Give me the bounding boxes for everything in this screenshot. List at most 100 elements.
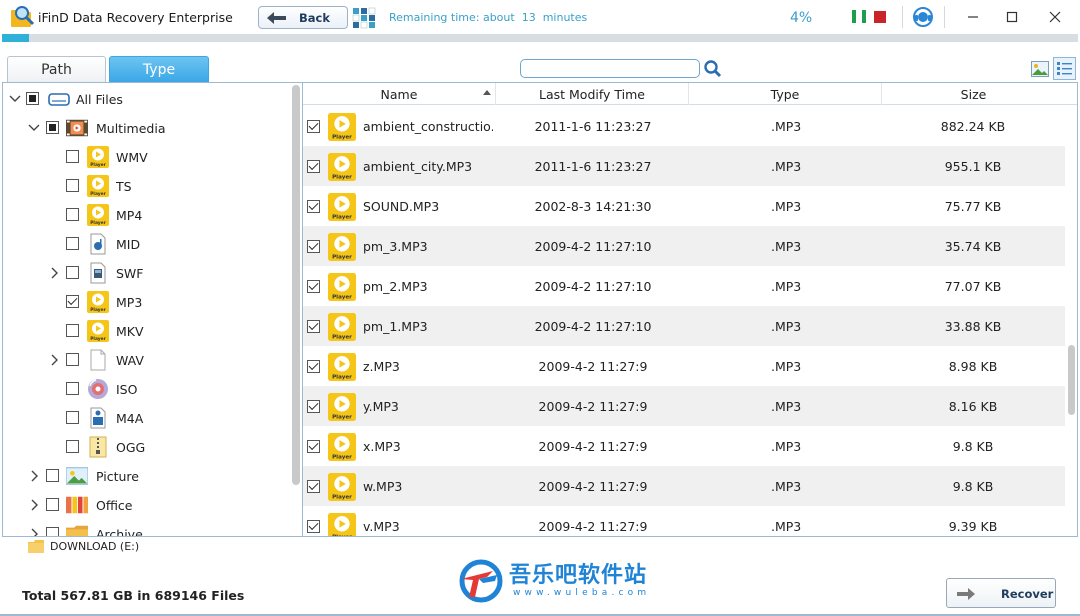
checkbox[interactable]: [66, 353, 79, 366]
back-button-label: Back: [299, 10, 330, 25]
checkbox[interactable]: [46, 121, 59, 134]
row-checkbox[interactable]: [307, 440, 320, 453]
row-checkbox[interactable]: [307, 360, 320, 373]
table-row[interactable]: Player w.MP3 2009-4-2 11:27:9 .MP3 9.8 KB: [303, 466, 1065, 506]
maximize-button[interactable]: [995, 6, 1029, 28]
column-size[interactable]: Size: [882, 83, 1065, 105]
table-row[interactable]: Player pm_2.MP3 2009-4-2 11:27:10 .MP3 77.07…: [303, 266, 1065, 306]
tree-item-mid[interactable]: MID: [3, 231, 288, 257]
checkbox[interactable]: [66, 324, 79, 337]
file-size: 882.24 KB: [940, 119, 1006, 134]
tab-path[interactable]: Path: [7, 56, 106, 82]
pause-button[interactable]: [852, 10, 866, 24]
search-input[interactable]: [520, 59, 700, 78]
tree-item-mp4[interactable]: Player MP4: [3, 202, 288, 228]
tree-item-m4a[interactable]: M4A: [3, 405, 288, 431]
file-name: pm_3.MP3: [363, 239, 428, 254]
chevron-right-icon[interactable]: [48, 266, 62, 280]
row-checkbox[interactable]: [307, 240, 320, 253]
tree-item-mkv[interactable]: Player MKV: [3, 318, 288, 344]
row-checkbox[interactable]: [307, 120, 320, 133]
column-name[interactable]: Name: [303, 83, 496, 105]
column-type[interactable]: Type: [689, 83, 882, 105]
table-row[interactable]: Player x.MP3 2009-4-2 11:27:9 .MP3 9.8 KB: [303, 426, 1065, 466]
disc-icon: [87, 378, 109, 400]
row-checkbox[interactable]: [307, 480, 320, 493]
tree-item-all-files[interactable]: All Files: [3, 86, 288, 112]
table-row[interactable]: Player v.MP3 2009-4-2 11:27:9 .MP3 9.39 KB: [303, 506, 1065, 536]
checkbox[interactable]: [66, 411, 79, 424]
column-modify-time[interactable]: Last Modify Time: [496, 83, 689, 105]
row-checkbox[interactable]: [307, 200, 320, 213]
back-button[interactable]: Back: [258, 6, 348, 29]
recover-button[interactable]: Recover: [946, 578, 1056, 608]
table-scrollbar[interactable]: [1065, 105, 1077, 536]
tree-item-multimedia[interactable]: Multimedia: [3, 115, 288, 141]
file-type: .MP3: [771, 399, 802, 414]
chevron-right-icon[interactable]: [48, 353, 62, 367]
total-summary: Total 567.81 GB in 689146 Files: [22, 588, 245, 603]
checkbox[interactable]: [66, 440, 79, 453]
chevron-right-icon[interactable]: [28, 469, 42, 483]
table-row[interactable]: Player pm_3.MP3 2009-4-2 11:27:10 .MP3 35.74…: [303, 226, 1065, 266]
table-row[interactable]: Player z.MP3 2009-4-2 11:27:9 .MP3 8.98 KB: [303, 346, 1065, 386]
row-checkbox[interactable]: [307, 280, 320, 293]
minimize-button[interactable]: [956, 6, 990, 28]
table-row[interactable]: Player ambient_constructio... 2011-1-6 11:…: [303, 106, 1065, 146]
checkbox[interactable]: [66, 266, 79, 279]
tree-item-label: M4A: [116, 411, 144, 426]
table-row[interactable]: Player ambient_city.MP3 2011-1-6 11:23:27.…: [303, 146, 1065, 186]
tree-item-ts[interactable]: Player TS: [3, 173, 288, 199]
checkbox[interactable]: [66, 150, 79, 163]
checkbox[interactable]: [66, 237, 79, 250]
tree-item-iso[interactable]: ISO: [3, 376, 288, 402]
close-button[interactable]: [1038, 6, 1072, 28]
list-view-button[interactable]: [1053, 57, 1076, 80]
row-checkbox[interactable]: [307, 520, 320, 533]
checkbox[interactable]: [66, 295, 79, 308]
row-checkbox[interactable]: [307, 400, 320, 413]
checkbox[interactable]: [66, 179, 79, 192]
file-name: z.MP3: [363, 359, 400, 374]
file-size: 9.39 KB: [948, 519, 998, 534]
tree-item-archive[interactable]: Archive: [3, 521, 288, 536]
chevron-right-icon[interactable]: [28, 498, 42, 512]
tree-item-label: Multimedia: [96, 121, 166, 136]
checkbox[interactable]: [66, 208, 79, 221]
tree-item-ogg[interactable]: OGG: [3, 434, 288, 460]
checkbox[interactable]: [46, 498, 59, 511]
tree-scrollbar-thumb[interactable]: [292, 85, 300, 485]
tree-item-mp3[interactable]: Player MP3: [3, 289, 288, 315]
picture-icon: [65, 465, 89, 487]
table-scrollbar-thumb[interactable]: [1068, 345, 1075, 415]
tree-item-swf[interactable]: SWF: [3, 260, 288, 286]
checkbox[interactable]: [26, 92, 39, 105]
checkbox[interactable]: [46, 527, 59, 536]
tab-type-label: Type: [142, 61, 176, 78]
tab-type[interactable]: Type: [109, 56, 209, 82]
row-checkbox[interactable]: [307, 320, 320, 333]
checkbox[interactable]: [66, 382, 79, 395]
search-icon[interactable]: [703, 59, 723, 79]
file-modify-time: 2009-4-2 11:27:9: [538, 479, 648, 494]
file-modify-time: 2009-4-2 11:27:10: [534, 239, 652, 254]
thumbnail-view-icon[interactable]: [1031, 61, 1049, 77]
table-row[interactable]: Player pm_1.MP3 2009-4-2 11:27:10 .MP3 33.88…: [303, 306, 1065, 346]
stop-button[interactable]: [874, 11, 886, 23]
tree-item-label: MP4: [116, 208, 143, 223]
support-icon[interactable]: [912, 6, 934, 28]
tree-item-office[interactable]: Office: [3, 492, 288, 518]
app-logo-icon: [11, 6, 35, 27]
tree-item-wav[interactable]: WAV: [3, 347, 288, 373]
row-checkbox[interactable]: [307, 160, 320, 173]
table-row[interactable]: Player y.MP3 2009-4-2 11:27:9 .MP3 8.16 KB: [303, 386, 1065, 426]
table-row[interactable]: Player SOUND.MP3 2002-8-3 14:21:30 .MP3 75.7…: [303, 186, 1065, 226]
chevron-down-icon[interactable]: [8, 92, 22, 106]
chevron-down-icon[interactable]: [27, 121, 41, 135]
checkbox[interactable]: [46, 469, 59, 482]
chevron-right-icon[interactable]: [28, 527, 42, 536]
tree-item-picture[interactable]: Picture: [3, 463, 288, 489]
column-size-label: Size: [960, 86, 987, 102]
watermark-logo-icon: [459, 559, 503, 603]
tree-item-wmv[interactable]: Player WMV: [3, 144, 288, 170]
